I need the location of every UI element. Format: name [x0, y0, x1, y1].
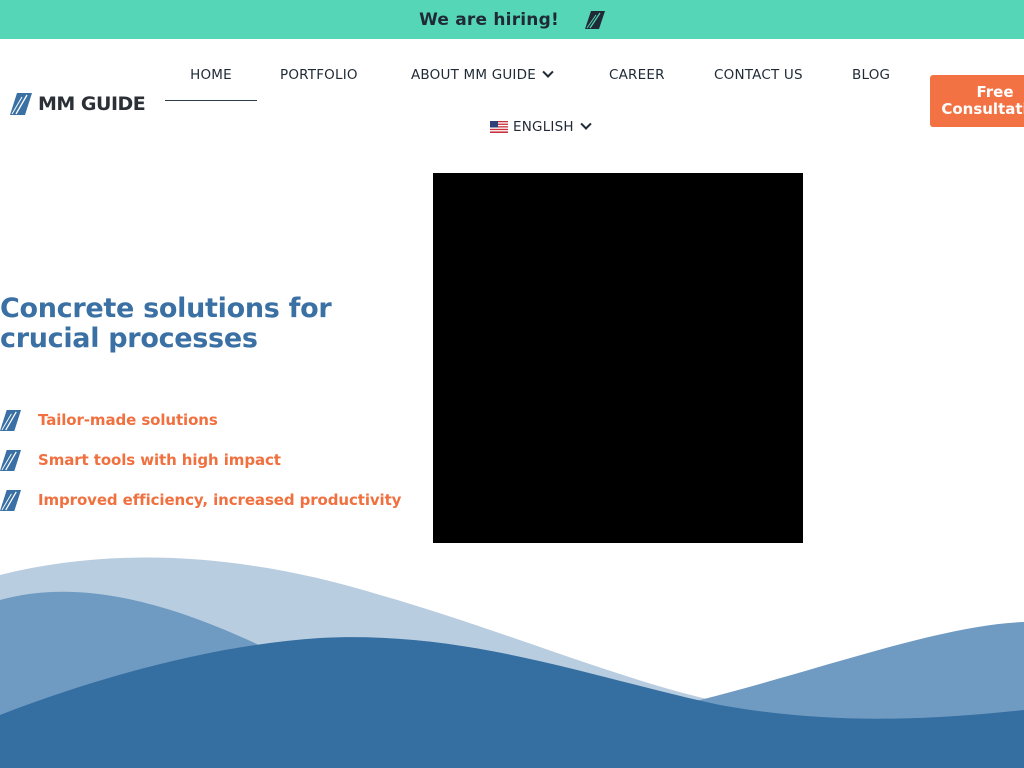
feature-text: Improved efficiency, increased productiv…: [38, 491, 402, 509]
nav-portfolio-label: PORTFOLIO: [280, 67, 358, 83]
logo-text: MM GUIDE: [38, 93, 146, 115]
feature-text: Smart tools with high impact: [38, 451, 281, 469]
feature-item: Tailor-made solutions: [0, 400, 401, 440]
us-flag-icon: [490, 121, 508, 133]
language-label: ENGLISH: [513, 119, 574, 135]
nav-about-mm-guide[interactable]: ABOUT MM GUIDE: [411, 49, 554, 101]
mm-guide-mark-icon: [0, 449, 21, 471]
hero-title: Concrete solutions for crucial processes: [0, 293, 332, 354]
nav-contact-label: CONTACT US: [714, 67, 803, 83]
hiring-banner-text[interactable]: We are hiring!: [419, 10, 559, 30]
cta-line-1: Free: [976, 83, 1014, 101]
nav-home-label: HOME: [190, 66, 232, 83]
nav-portfolio[interactable]: PORTFOLIO: [280, 49, 358, 101]
hero-video[interactable]: [433, 173, 803, 543]
page: We are hiring! MM GUIDE HOME PORTFOLIO A…: [0, 0, 1024, 768]
nav-blog[interactable]: BLOG: [852, 49, 890, 101]
cta-line-2: Consultation: [941, 100, 1024, 118]
mm-guide-mark-icon: [0, 409, 21, 431]
nav-career[interactable]: CAREER: [609, 49, 665, 101]
feature-item: Smart tools with high impact: [0, 440, 401, 480]
language-selector[interactable]: ENGLISH: [490, 112, 592, 142]
nav-contact-us[interactable]: CONTACT US: [714, 49, 803, 101]
mm-guide-mark-icon: [0, 489, 21, 511]
mm-guide-mark-icon: [584, 10, 605, 29]
feature-item: Improved efficiency, increased productiv…: [0, 480, 401, 520]
site-logo[interactable]: MM GUIDE: [10, 93, 146, 115]
free-consultation-button[interactable]: Free Consultation: [930, 75, 1024, 127]
decorative-waves: [0, 557, 1024, 768]
feature-text: Tailor-made solutions: [38, 411, 218, 429]
hiring-banner[interactable]: We are hiring!: [0, 0, 1024, 39]
chevron-down-icon: [580, 118, 592, 130]
nav-career-label: CAREER: [609, 67, 665, 83]
nav-about-label: ABOUT MM GUIDE: [411, 67, 536, 83]
nav-blog-label: BLOG: [852, 67, 891, 83]
nav-home[interactable]: HOME: [165, 49, 257, 101]
mm-guide-mark-icon: [10, 93, 32, 115]
chevron-down-icon: [542, 66, 554, 78]
feature-list: Tailor-made solutions Smart tools with h…: [0, 400, 401, 520]
